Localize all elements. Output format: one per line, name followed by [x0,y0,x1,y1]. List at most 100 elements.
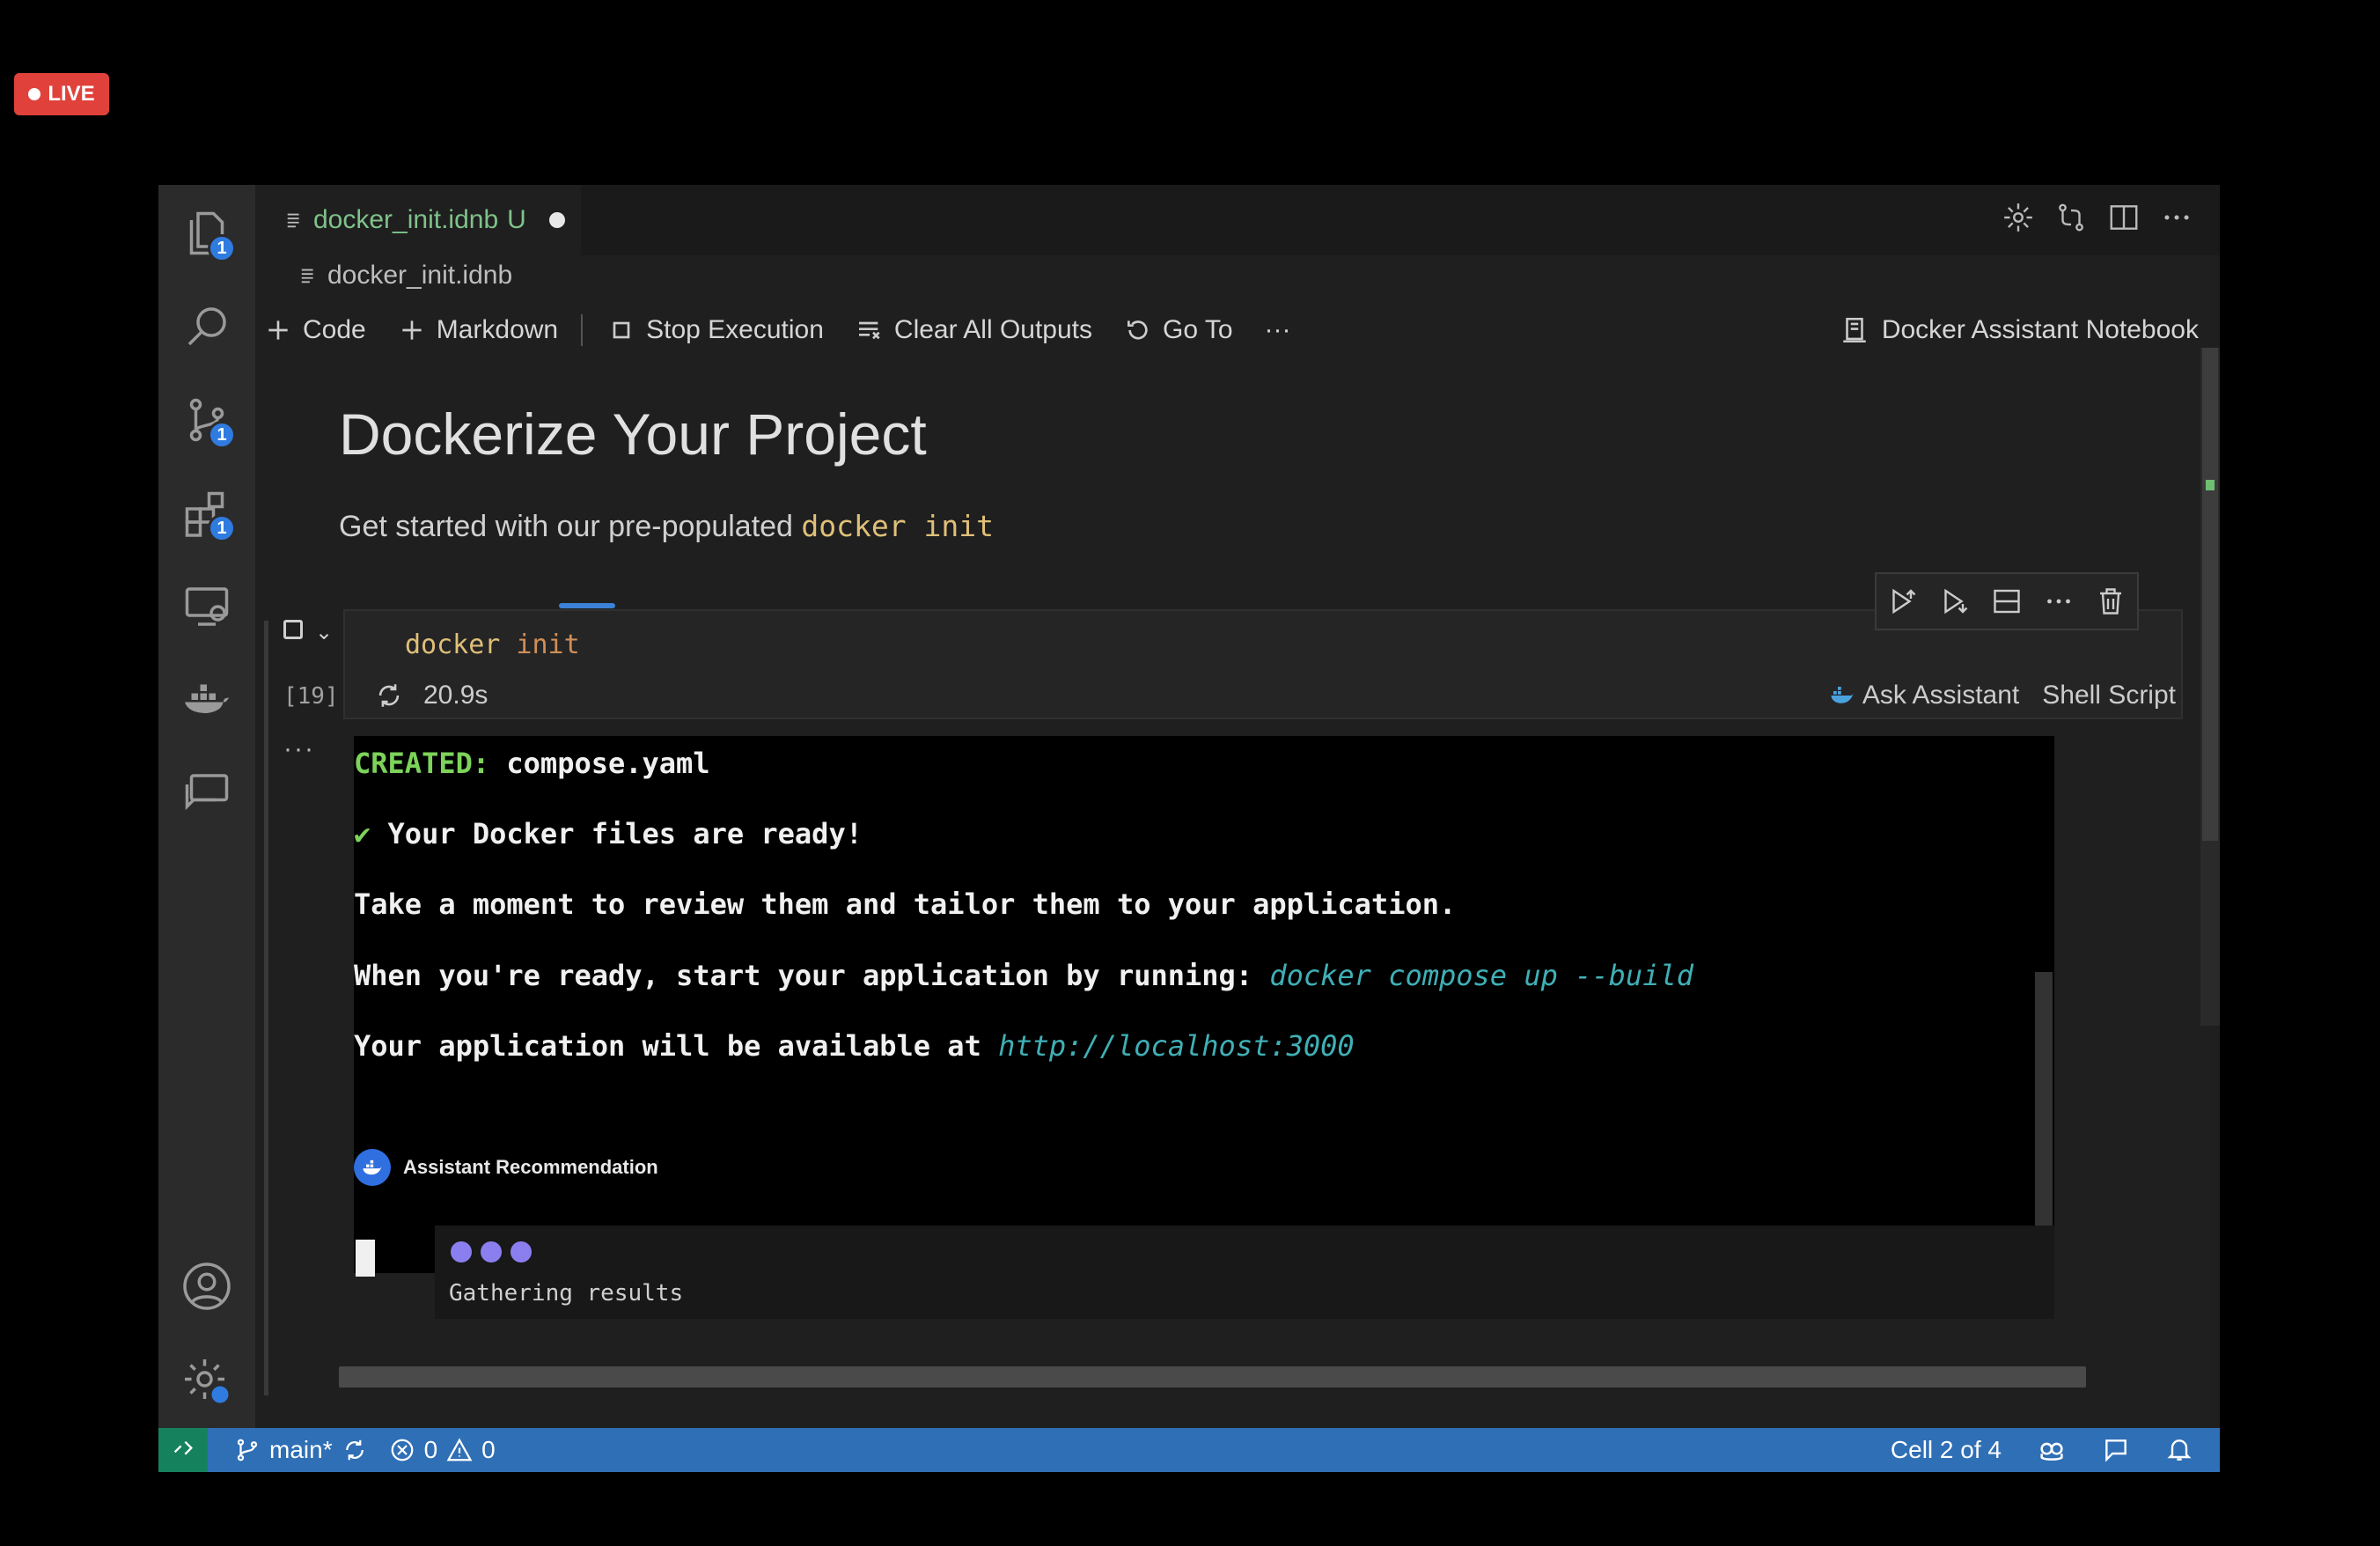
code-command: docker [405,629,501,660]
plus-icon [402,320,422,340]
sync-icon[interactable] [342,1437,368,1463]
horizontal-scrollbar[interactable] [339,1366,2086,1388]
breadcrumb[interactable]: docker_init.idnb [299,261,512,291]
loading-text: Gathering results [449,1280,684,1307]
plus-icon [268,320,288,340]
tab-docker-init[interactable]: docker_init.idnb U [255,185,581,255]
subtitle-text: Get started with our pre-populated [339,510,802,543]
cell-code[interactable]: docker init [405,629,580,660]
cell-output: CREATED: compose.yaml ✔ Your Docker file… [354,736,2054,1277]
cell-position[interactable]: Cell 2 of 4 [1891,1436,2002,1464]
cell-drag-indicator [559,603,615,608]
output-line-ready: ✔ Your Docker files are ready! [354,817,863,850]
add-markdown-label: Markdown [436,315,559,344]
cell-select-checkbox[interactable] [283,620,303,639]
notebook-file-icon [301,269,313,283]
vscode-window: 1 1 1 docker_init.idnb U docker_init.idn… [158,185,2220,1472]
execution-status: 20.9s [374,681,488,710]
split-editor-icon[interactable] [2107,201,2141,234]
localhost-link[interactable]: http://localhost:3000 [998,1029,1355,1063]
tab-bar: docker_init.idnb U [255,185,2220,255]
scm-badge: 1 [208,421,236,449]
remote-explorer-icon[interactable] [178,578,236,636]
unsaved-dot-icon[interactable] [548,212,565,228]
output-line-start: When you're ready, start your applicatio… [354,959,1693,992]
run-above-icon[interactable] [1887,585,1919,617]
breadcrumb-file: docker_init.idnb [327,261,513,290]
source-control-icon[interactable]: 1 [178,391,236,449]
notebook-subtitle: Get started with our pre-populated docke… [339,509,994,544]
live-label: LIVE [48,82,95,106]
problems-status[interactable]: 0 0 [389,1436,496,1464]
cell-focus-gutter [264,621,268,1395]
kernel-server-icon [1843,317,1866,343]
manage-gear-icon[interactable] [178,1352,236,1410]
warning-count: 0 [481,1436,496,1463]
live-badge: LIVE [14,73,109,115]
branch-status[interactable]: main* [234,1436,368,1464]
ask-assistant-label: Ask Assistant [1862,681,2020,710]
live-dot-icon [28,88,41,100]
kernel-label: Docker Assistant Notebook [1881,315,2199,344]
kernel-picker[interactable]: Docker Assistant Notebook [1840,315,2199,345]
more-actions-icon[interactable] [2160,201,2193,234]
docker-icon[interactable] [178,671,236,729]
cell-more-icon[interactable] [2043,585,2075,617]
remote-indicator-icon[interactable] [158,1428,208,1472]
stop-execution-button[interactable]: Stop Execution [607,315,824,345]
terminal-cursor [356,1240,375,1277]
split-cell-icon[interactable] [1991,585,2023,617]
tab-status: U [507,205,526,234]
docker-whale-icon [1831,687,1854,703]
toolbar-more-label: ··· [1264,315,1291,344]
output-line-available: Your application will be available at ht… [354,1029,1355,1063]
output-scrollbar[interactable] [2035,972,2053,1263]
clear-all-icon [858,321,880,340]
editor-scroll-thumb[interactable] [2202,348,2218,841]
add-code-label: Code [303,315,366,344]
status-bar: main* 0 0 Cell 2 of 4 [158,1428,2220,1472]
output-more-button[interactable]: ··· [283,734,315,764]
delete-cell-icon[interactable] [2095,585,2127,617]
compare-changes-icon[interactable] [2054,201,2088,234]
notebook-file-icon [287,213,299,228]
explorer-badge: 1 [208,234,236,262]
stop-execution-label: Stop Execution [646,315,824,344]
notebook-toolbar: Code Markdown Stop Execution Clear All O… [264,304,2199,357]
branch-name: main* [269,1436,333,1463]
add-markdown-button[interactable]: Markdown [398,315,558,345]
cell-status-bar: Ask Assistant Shell Script [1829,681,2176,710]
output-line-created: CREATED: compose.yaml [354,747,710,780]
ask-assistant-button[interactable]: Ask Assistant [1829,681,2019,710]
account-icon[interactable] [178,1257,236,1315]
feedback-icon[interactable] [2102,1436,2130,1464]
chat-icon[interactable] [178,764,236,822]
toolbar-divider [581,314,584,346]
explorer-icon[interactable]: 1 [178,204,236,262]
clear-outputs-button[interactable]: Clear All Outputs [856,315,1092,345]
settings-gear-icon[interactable] [2002,201,2035,234]
output-line-review: Take a moment to review them and tailor … [354,887,1457,921]
execution-count: [19] [283,683,339,710]
assistant-recommendation-header: Assistant Recommendation [354,1149,658,1186]
extensions-icon[interactable]: 1 [178,484,236,542]
copilot-icon[interactable] [2037,1435,2067,1465]
recommendation-box: Gathering results [435,1226,2054,1319]
goto-label: Go To [1163,315,1233,344]
notifications-bell-icon[interactable] [2165,1436,2193,1464]
start-command[interactable]: docker compose up --build [1269,959,1693,992]
toolbar-more-button[interactable]: ··· [1265,315,1291,345]
code-argument: init [500,629,580,660]
executing-spinner-icon [378,684,400,707]
run-below-icon[interactable] [1939,585,1971,617]
scroll-change-marker [2206,480,2215,490]
loading-dots-icon [451,1241,532,1263]
assistant-avatar-icon [354,1149,391,1186]
cell-collapse-chevron-icon[interactable]: ⌄ [315,620,333,645]
search-icon[interactable] [178,298,236,356]
cell-language-picker[interactable]: Shell Script [2042,681,2176,710]
available-text: Your application will be available at [354,1029,999,1063]
goto-button[interactable]: Go To [1124,315,1233,345]
add-code-button[interactable]: Code [264,315,366,345]
editor-scrollbar[interactable] [2200,348,2220,1026]
